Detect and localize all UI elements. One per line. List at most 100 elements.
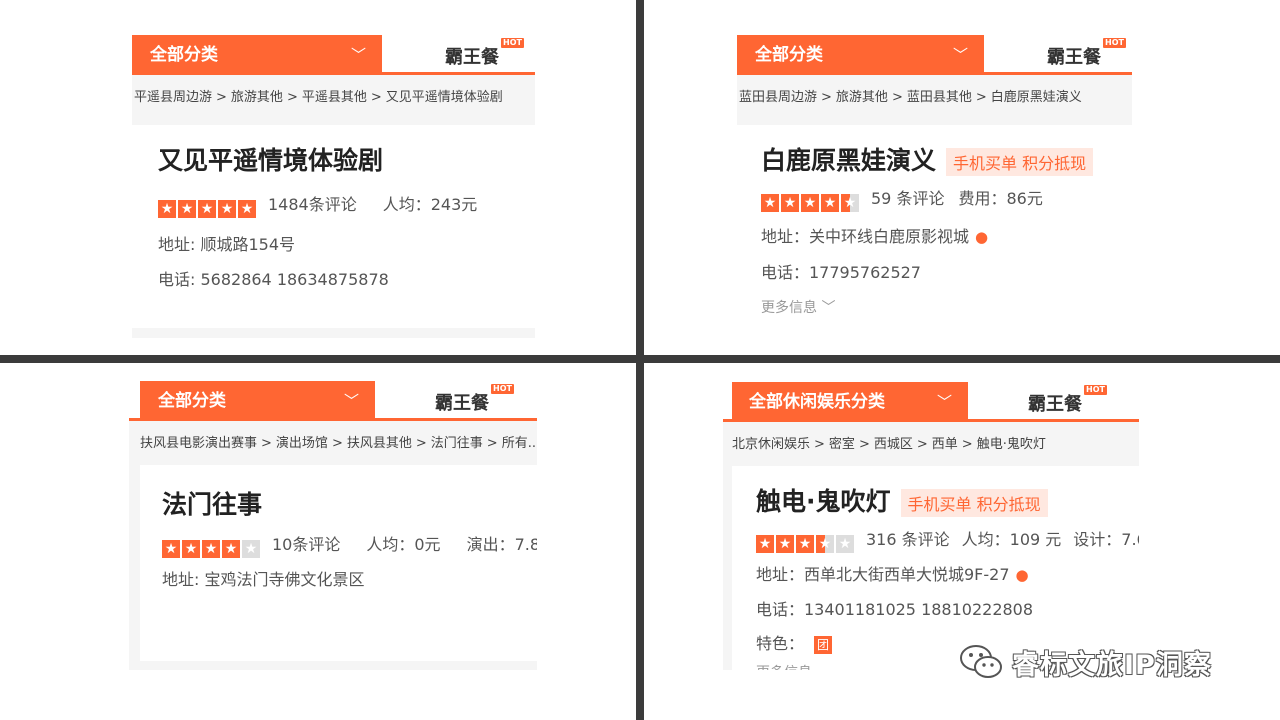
breadcrumb: 扶风县电影演出赛事 > 演出场馆 > 扶风县其他 > 法门往事 > 所有...	[129, 427, 537, 461]
screenshot-panel-2: 全部分类 ﹀ 霸王餐 HOT 蓝田县周边游 > 旅游其他 > 蓝田县其他 > 白鹿原黑娃演义…	[737, 35, 1132, 338]
rating-row: ★ ★ ★ ★ ★ 10条评论 人均：0元 演出：7.8	[162, 531, 537, 558]
breadcrumb-separator: >	[415, 436, 427, 451]
map-pin-icon[interactable]: ●	[1016, 566, 1029, 584]
breadcrumb-item[interactable]: 平遥县其他	[302, 90, 367, 105]
design-score: 设计：7.6	[1073, 530, 1139, 549]
breadcrumb-item: 触电·鬼吹灯	[976, 437, 1046, 452]
venue-title: 白鹿原黑娃演义 手机买单 积分抵现	[761, 141, 1094, 177]
feature-row: 特色： 团	[756, 630, 833, 654]
address-row: 地址: 顺城路154号	[158, 235, 296, 254]
top-nav: 全部休闲娱乐分类 ﹀ 霸王餐 HOT	[723, 382, 1139, 422]
breadcrumb-item[interactable]: 所有...	[502, 436, 537, 451]
address-text: 地址：西单北大街西单大悦城9F-27	[756, 565, 1010, 584]
rating-stars: ★ ★ ★ ★ ★	[761, 192, 861, 212]
review-count-link[interactable]: 10条评论	[272, 535, 340, 554]
all-categories-button[interactable]: 全部休闲娱乐分类 ﹀	[732, 382, 968, 422]
star-icon: ★	[158, 200, 176, 218]
breadcrumb-separator: >	[216, 90, 227, 105]
breadcrumb-item[interactable]: 平遥县周边游	[134, 90, 212, 105]
breadcrumb: 平遥县周边游 > 旅游其他 > 平遥县其他 > 又见平遥情境体验剧	[132, 81, 535, 115]
all-categories-button[interactable]: 全部分类 ﹀	[140, 381, 375, 421]
breadcrumb-separator: >	[975, 90, 987, 105]
rating-row: ★★★★★ 316 条评论人均：109 元设计：7.6	[756, 526, 1139, 553]
breadcrumb-separator: >	[331, 436, 343, 451]
group-buy-badge[interactable]: 团	[814, 635, 833, 654]
star-icon: ★	[182, 540, 200, 558]
avg-price: 人均：109 元	[961, 530, 1062, 549]
screenshot-panel-4: 全部休闲娱乐分类 ﹀ 霸王餐 HOT 北京休闲娱乐 > 密室 > 西城区 > 西单 > 触电·鬼…	[723, 382, 1139, 670]
all-categories-button[interactable]: 全部分类 ﹀	[132, 35, 382, 75]
breadcrumb-separator: >	[370, 90, 382, 105]
bawangcan-link[interactable]: 霸王餐	[445, 43, 499, 69]
empty-star-icon: ★	[836, 535, 854, 553]
all-categories-label: 全部分类	[755, 45, 823, 65]
breadcrumb: 蓝田县周边游 > 旅游其他 > 蓝田县其他 > 白鹿原黑娃演义	[737, 81, 1132, 115]
bawangcan-link[interactable]: 霸王餐	[435, 389, 489, 415]
star-icon: ★	[796, 535, 814, 553]
rating-stars: ★ ★ ★ ★ ★	[158, 198, 258, 218]
performance-score: 演出：7.8	[466, 535, 537, 554]
more-info-link[interactable]: 更多信息 ﹀	[761, 297, 835, 317]
chevron-down-icon: ﹀	[343, 392, 359, 410]
address-row: 地址: 宝鸡法门寺佛文化景区	[162, 570, 365, 589]
top-nav: 全部分类 ﹀ 霸王餐 HOT	[132, 35, 535, 75]
breadcrumb-item[interactable]: 旅游其他	[231, 90, 283, 105]
hot-badge: HOT	[491, 384, 514, 394]
breadcrumb-item[interactable]: 西单	[932, 437, 958, 452]
bawangcan-link[interactable]: 霸王餐	[1028, 390, 1082, 416]
chevron-down-icon: ﹀	[936, 393, 952, 411]
star-icon: ★	[761, 194, 779, 212]
bawangcan-link[interactable]: 霸王餐	[1047, 43, 1101, 69]
address-text: 地址：关中环线白鹿原影视城	[761, 227, 970, 246]
review-count-link[interactable]: 316 条评论	[866, 530, 950, 549]
breadcrumb-item[interactable]: 扶风县电影演出赛事	[140, 436, 257, 451]
breadcrumb-item[interactable]: 演出场馆	[276, 436, 328, 451]
breadcrumb: 北京休闲娱乐 > 密室 > 西城区 > 西单 > 触电·鬼吹灯	[723, 428, 1139, 462]
venue-card: 法门往事 ★ ★ ★ ★ ★ 10条评论 人均：0元 演出：7.8 地址: 宝鸡法门寺佛文化…	[140, 465, 537, 661]
venue-title: 法门往事	[162, 490, 263, 519]
venue-name: 白鹿原黑娃演义	[761, 146, 937, 175]
empty-star-icon: ★	[242, 540, 260, 558]
star-icon: ★	[222, 540, 240, 558]
venue-title: 又见平遥情境体验剧	[158, 146, 384, 175]
rating-row: ★ ★ ★ ★ ★ 59 条评论 费用：86元	[761, 185, 1043, 212]
top-nav: 全部分类 ﹀ 霸王餐 HOT	[737, 35, 1132, 75]
address-row: 地址：西单北大街西单大悦城9F-27 ●	[756, 561, 1029, 585]
all-categories-label: 全部休闲娱乐分类	[749, 392, 885, 412]
breadcrumb-separator: >	[286, 90, 298, 105]
all-categories-label: 全部分类	[158, 391, 226, 411]
star-icon: ★	[781, 194, 799, 212]
breadcrumb-item[interactable]: 西城区	[874, 437, 913, 452]
map-pin-icon[interactable]: ●	[975, 228, 988, 246]
breadcrumb-item[interactable]: 扶风县其他	[347, 436, 412, 451]
star-icon: ★	[801, 194, 819, 212]
review-count-link[interactable]: 1484条评论	[268, 195, 357, 214]
avg-price: 人均：243元	[382, 195, 478, 214]
breadcrumb-item: 白鹿原黑娃演义	[990, 90, 1082, 105]
all-categories-button[interactable]: 全部分类 ﹀	[737, 35, 984, 75]
breadcrumb-item[interactable]: 旅游其他	[836, 90, 888, 105]
breadcrumb-item[interactable]: 蓝田县其他	[907, 90, 972, 105]
breadcrumb-item[interactable]: 密室	[829, 437, 855, 452]
rating-row: ★ ★ ★ ★ ★ 1484条评论 人均：243元	[158, 191, 477, 218]
chevron-down-icon: ﹀	[952, 46, 968, 64]
phone-row: 电话: 5682864 18634875878	[158, 270, 389, 289]
breadcrumb-separator: >	[858, 437, 870, 452]
panel-divider-horizontal	[0, 355, 1280, 363]
star-icon: ★	[202, 540, 220, 558]
venue-title: 触电·鬼吹灯 手机买单 积分抵现	[756, 482, 1048, 518]
review-count-link[interactable]: 59 条评论	[871, 189, 944, 208]
hot-badge: HOT	[1103, 38, 1126, 48]
fee: 费用：86元	[958, 189, 1043, 208]
breadcrumb-separator: >	[261, 436, 272, 451]
screenshot-panel-3: 全部分类 ﹀ 霸王餐 HOT 扶风县电影演出赛事 > 演出场馆 > 扶风县其他 > 法门往事…	[129, 381, 537, 670]
all-categories-label: 全部分类	[150, 45, 218, 65]
breadcrumb-separator: >	[486, 436, 498, 451]
breadcrumb-item[interactable]: 蓝田县周边游	[739, 90, 817, 105]
star-icon: ★	[218, 200, 236, 218]
breadcrumb-item[interactable]: 北京休闲娱乐	[732, 437, 810, 452]
star-icon: ★	[776, 535, 794, 553]
breadcrumb-item[interactable]: 法门往事	[431, 436, 483, 451]
venue-name: 触电·鬼吹灯	[756, 487, 891, 516]
more-info-link[interactable]: 更多信息	[756, 662, 812, 670]
